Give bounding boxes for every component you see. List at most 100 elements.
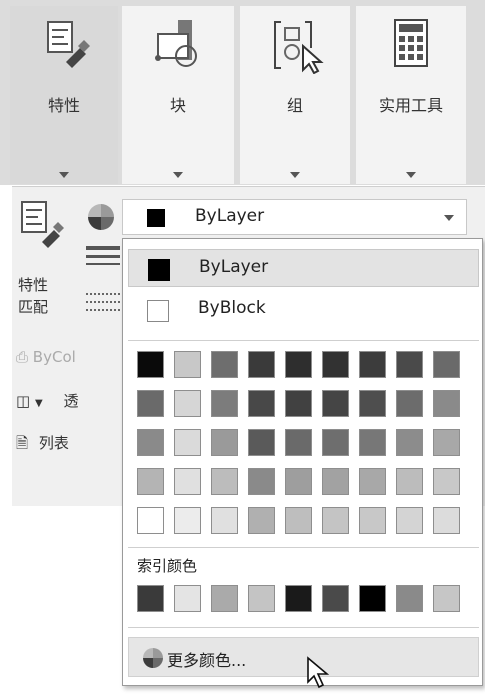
color-swatch[interactable] [322, 390, 349, 417]
index-color-swatch[interactable] [396, 585, 423, 612]
match-properties-button[interactable]: 特性 匹配 [18, 274, 48, 318]
color-swatch[interactable] [285, 390, 312, 417]
color-swatch[interactable] [433, 429, 460, 456]
color-swatch [147, 209, 165, 227]
chevron-down-icon[interactable] [173, 172, 183, 178]
divider [128, 547, 479, 548]
color-swatch[interactable] [433, 468, 460, 495]
color-swatch[interactable] [359, 507, 386, 534]
color-swatch[interactable] [285, 351, 312, 378]
color-swatch[interactable] [137, 507, 164, 534]
divider [128, 627, 479, 628]
color-swatch[interactable] [211, 351, 238, 378]
chevron-down-icon[interactable] [290, 172, 300, 178]
color-swatch[interactable] [359, 429, 386, 456]
color-swatch[interactable] [285, 468, 312, 495]
color-swatch[interactable] [248, 351, 275, 378]
color-swatch[interactable] [359, 468, 386, 495]
more-colors-button[interactable]: 更多颜色... [128, 637, 479, 677]
color-swatch[interactable] [137, 351, 164, 378]
color-swatch[interactable] [396, 351, 423, 378]
color-swatch[interactable] [174, 468, 201, 495]
color-swatch[interactable] [174, 507, 201, 534]
color-swatch[interactable] [285, 429, 312, 456]
color-swatch[interactable] [174, 390, 201, 417]
color-swatch[interactable] [248, 468, 275, 495]
index-color-swatch[interactable] [433, 585, 460, 612]
index-color-swatch[interactable] [285, 585, 312, 612]
color-swatch[interactable] [322, 429, 349, 456]
list-label: 列表 [38, 434, 69, 452]
color-swatch[interactable] [285, 507, 312, 534]
index-color-swatch[interactable] [359, 585, 386, 612]
properties-icon [47, 21, 90, 68]
index-color-swatch[interactable] [211, 585, 238, 612]
plot-style-row[interactable]: ⎙ ByCol [16, 348, 76, 366]
chevron-down-icon[interactable] [406, 172, 416, 178]
transparency-row[interactable]: ◫ ▼ 透 [16, 390, 78, 411]
color-wheel-icon [88, 204, 114, 230]
option-swatch [147, 300, 169, 322]
chevron-down-icon[interactable]: ▼ [35, 398, 43, 409]
group-panel-button[interactable]: 组 [240, 6, 350, 184]
color-swatch[interactable] [248, 507, 275, 534]
more-colors-label: 更多颜色... [167, 651, 247, 670]
color-swatch[interactable] [211, 507, 238, 534]
color-swatch[interactable] [174, 351, 201, 378]
plot-style-value: ByCol [32, 348, 76, 366]
transparency-value: 透 [63, 392, 79, 410]
match-label-line2: 匹配 [18, 298, 49, 316]
color-swatch[interactable] [322, 507, 349, 534]
utilities-panel-button[interactable]: 实用工具 [356, 6, 466, 184]
color-swatch[interactable] [248, 429, 275, 456]
block-icon [155, 20, 197, 67]
option-swatch [148, 259, 170, 281]
color-swatch[interactable] [322, 468, 349, 495]
match-properties-icon[interactable] [20, 200, 66, 252]
color-swatch[interactable] [211, 468, 238, 495]
panel-label-group: 组 [286, 96, 303, 115]
divider [128, 340, 479, 341]
color-swatch[interactable] [433, 507, 460, 534]
panel-label-utilities: 实用工具 [378, 96, 443, 115]
color-swatch[interactable] [396, 468, 423, 495]
panel-label-properties: 特性 [47, 96, 80, 115]
option-byblock[interactable]: ByBlock [128, 291, 479, 329]
group-icon [274, 21, 324, 74]
properties-panel-button[interactable]: 特性 [10, 6, 118, 184]
color-swatch[interactable] [359, 390, 386, 417]
object-color-combobox[interactable]: ByLayer [122, 199, 467, 235]
color-wheel-icon [143, 648, 163, 668]
match-label-line1: 特性 [18, 276, 49, 294]
color-dropdown: ByLayer ByBlock 索引颜色 更多颜色... [122, 238, 483, 686]
list-button[interactable]: 🗎 列表 [16, 432, 69, 458]
color-swatch[interactable] [359, 351, 386, 378]
chevron-down-icon[interactable] [59, 172, 69, 178]
color-swatch[interactable] [248, 390, 275, 417]
color-swatch[interactable] [396, 429, 423, 456]
index-color-swatch[interactable] [137, 585, 164, 612]
mouse-cursor-icon [307, 656, 330, 689]
option-label: ByLayer [199, 257, 269, 277]
color-swatch[interactable] [137, 468, 164, 495]
color-swatch[interactable] [396, 507, 423, 534]
panel-label-block: 块 [169, 96, 186, 115]
layers-icon: ◫ [16, 392, 31, 410]
color-swatch[interactable] [174, 429, 201, 456]
color-swatch[interactable] [433, 390, 460, 417]
color-swatch[interactable] [137, 390, 164, 417]
chevron-down-icon[interactable] [444, 215, 454, 221]
color-swatch[interactable] [396, 390, 423, 417]
color-swatch[interactable] [211, 390, 238, 417]
color-swatch[interactable] [211, 429, 238, 456]
color-swatch[interactable] [322, 351, 349, 378]
index-color-swatch[interactable] [248, 585, 275, 612]
option-bylayer[interactable]: ByLayer [128, 249, 479, 287]
printer-icon: ⎙ [16, 348, 29, 366]
color-swatch[interactable] [137, 429, 164, 456]
color-swatch[interactable] [433, 351, 460, 378]
calculator-icon [394, 19, 428, 67]
index-color-swatch[interactable] [322, 585, 349, 612]
block-panel-button[interactable]: 块 [122, 6, 234, 184]
index-color-swatch[interactable] [174, 585, 201, 612]
